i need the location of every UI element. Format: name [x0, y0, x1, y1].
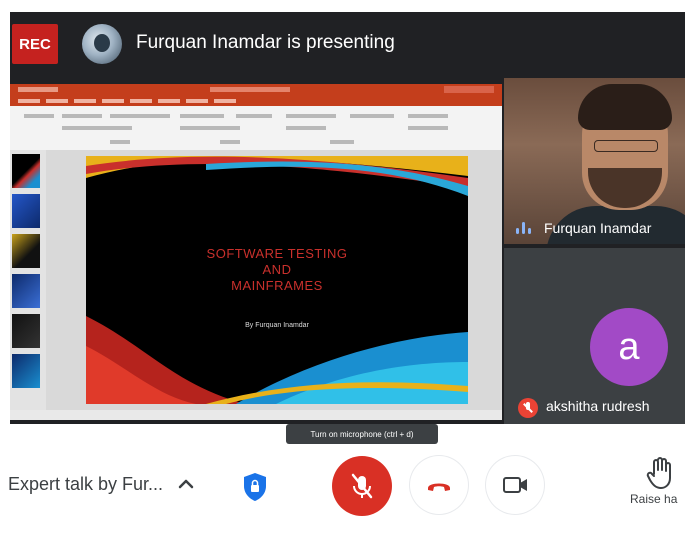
- slide-thumbnail[interactable]: [12, 194, 40, 228]
- meeting-stage: REC Furquan Inamdar is presenting SOFTWA…: [10, 12, 685, 424]
- hang-up-button[interactable]: [410, 456, 468, 514]
- powerpoint-title-bar: [10, 84, 502, 96]
- shared-screen: SOFTWARE TESTING AND MAINFRAMES By Furqu…: [10, 84, 502, 420]
- presenting-text: Furquan Inamdar is presenting: [136, 32, 395, 53]
- raise-hand-label: Raise ha: [630, 492, 678, 506]
- participant-name: akshitha rudresh: [546, 398, 650, 414]
- participant-tile-akshitha[interactable]: a akshitha rudresh: [504, 248, 685, 424]
- mic-off-icon: [351, 473, 373, 499]
- slide-thumbnail[interactable]: [12, 274, 40, 308]
- slide-thumbnail[interactable]: [12, 234, 40, 268]
- powerpoint-ribbon-tabs: [10, 96, 502, 106]
- participant-name: Furquan Inamdar: [544, 220, 652, 236]
- raise-hand-icon[interactable]: [640, 452, 680, 492]
- slide-thumbnail[interactable]: [12, 154, 40, 188]
- shield-lock-icon[interactable]: [242, 472, 268, 502]
- participant-tile-furquan[interactable]: Furquan Inamdar: [504, 78, 685, 244]
- recording-badge: REC: [12, 24, 58, 64]
- meeting-details-button[interactable]: Expert talk by Fur...: [8, 474, 163, 495]
- camera-toggle-button[interactable]: [486, 456, 544, 514]
- phone-hangup-icon: [428, 483, 450, 491]
- speaking-indicator-icon: [516, 222, 536, 234]
- participant-avatar: a: [590, 308, 668, 386]
- mic-muted-icon: [518, 398, 538, 418]
- slide-thumbnails: [10, 150, 46, 410]
- powerpoint-ribbon: [10, 106, 502, 151]
- slide-pane: SOFTWARE TESTING AND MAINFRAMES By Furqu…: [46, 150, 502, 420]
- slide-author: By Furquan Inamdar: [245, 322, 309, 329]
- video-camera-icon: [503, 477, 527, 493]
- slide-thumbnail[interactable]: [12, 314, 40, 348]
- slide-thumbnail[interactable]: [12, 354, 40, 388]
- control-bar: Expert talk by Fur... Raise ha: [0, 444, 685, 534]
- top-bar: REC Furquan Inamdar is presenting: [10, 12, 685, 76]
- current-slide: SOFTWARE TESTING AND MAINFRAMES By Furqu…: [86, 156, 468, 404]
- powerpoint-status-bar: [46, 410, 502, 420]
- microphone-toggle-button[interactable]: [332, 456, 392, 516]
- chevron-up-icon[interactable]: [176, 474, 196, 494]
- microphone-tooltip: Turn on microphone (ctrl + d): [286, 424, 438, 444]
- presenter-avatar: [82, 24, 122, 64]
- slide-title: SOFTWARE TESTING AND MAINFRAMES: [206, 246, 348, 293]
- meet-window: REC Furquan Inamdar is presenting SOFTWA…: [0, 0, 685, 534]
